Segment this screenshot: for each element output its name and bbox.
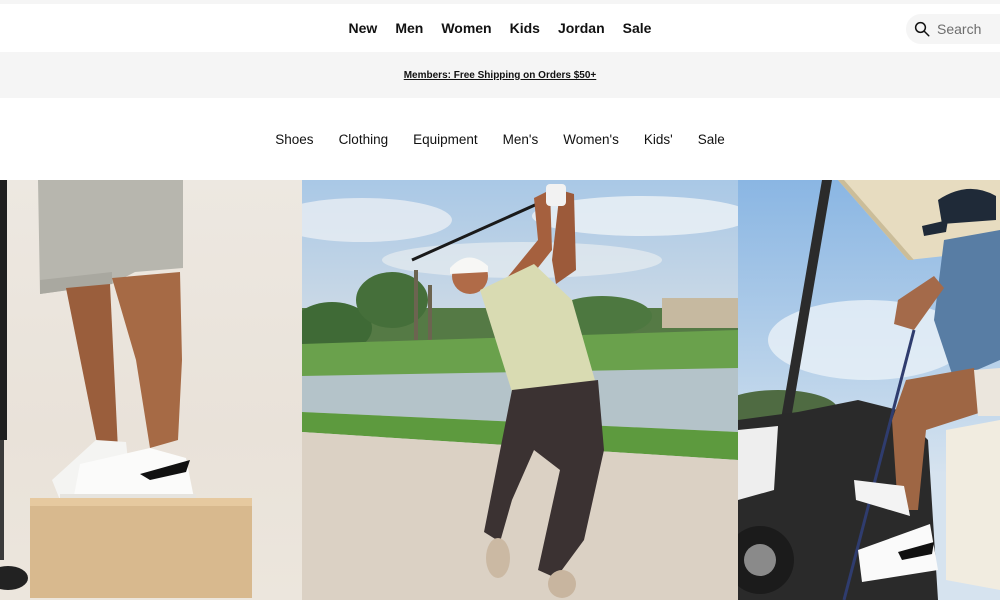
golf-cart-photo[interactable] [738, 180, 1000, 600]
category-link-sale[interactable]: Sale [685, 132, 737, 147]
main-nav: New Men Women Kids Jordan Sale [0, 4, 1000, 52]
search-icon[interactable] [912, 19, 932, 39]
category-link-womens[interactable]: Women's [551, 132, 632, 147]
search-box[interactable] [906, 14, 1000, 44]
category-link-equipment[interactable]: Equipment [401, 132, 491, 147]
nav-link-women[interactable]: Women [432, 4, 500, 52]
golfer-swing-photo[interactable] [302, 180, 738, 600]
nav-link-kids[interactable]: Kids [501, 4, 549, 52]
nav-link-jordan[interactable]: Jordan [549, 4, 614, 52]
category-link-kids[interactable]: Kids' [631, 132, 685, 147]
nav-link-men[interactable]: Men [386, 4, 432, 52]
site-header: New Men Women Kids Jordan Sale [0, 4, 1000, 52]
nav-link-new[interactable]: New [340, 4, 387, 52]
category-link-clothing[interactable]: Clothing [326, 132, 401, 147]
category-link-mens[interactable]: Men's [490, 132, 551, 147]
promo-link[interactable]: Members: Free Shipping on Orders $50+ [404, 70, 597, 81]
search-input[interactable] [937, 21, 1000, 37]
category-link-shoes[interactable]: Shoes [263, 132, 326, 147]
nav-link-sale[interactable]: Sale [614, 4, 661, 52]
category-nav: Shoes Clothing Equipment Men's Women's K… [0, 98, 1000, 180]
nike-shorts-sneakers-photo[interactable] [0, 180, 302, 600]
hero-gallery [0, 180, 1000, 600]
promo-banner: Members: Free Shipping on Orders $50+ [0, 52, 1000, 98]
